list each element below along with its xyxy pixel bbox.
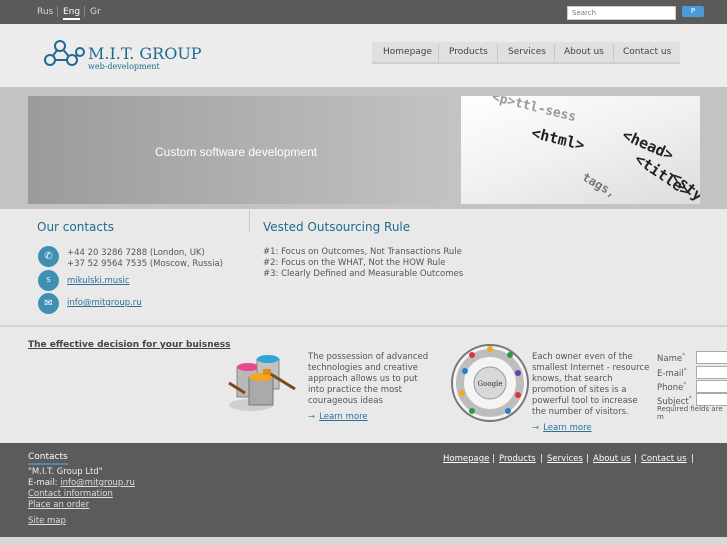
paint-cans-image	[228, 355, 296, 411]
name-field[interactable]	[696, 351, 727, 364]
block2-line: smallest Internet - resource	[532, 363, 650, 373]
footer-email-row: E-mail: info@mitgroup.ru	[28, 478, 135, 488]
contacts-heading: Our contacts	[37, 220, 114, 234]
nav-divider	[497, 44, 498, 62]
nav-products[interactable]: Products	[449, 47, 488, 57]
search-button[interactable]: P	[682, 6, 704, 17]
phone-moscow: +37 52 9564 7535 (Moscow, Russia)	[67, 259, 223, 269]
mail-icon: ✉	[38, 293, 59, 314]
lang-rus[interactable]: Rus	[37, 7, 53, 17]
rule-3: #3: Clearly Defined and Measurable Outco…	[263, 269, 464, 279]
required-note: Required fields are m	[657, 405, 723, 421]
lang-eng[interactable]: Eng	[63, 7, 81, 20]
footer-heading: Contacts	[28, 452, 68, 465]
block2-line: powerful tool to increase	[532, 396, 638, 406]
footer-nav-divider: |	[586, 454, 589, 464]
decision-title[interactable]: The effective decision for your buisness	[28, 340, 230, 350]
email-field[interactable]	[696, 366, 727, 379]
rule-2: #2: Focus on the WHAT, Not the HOW Rule	[263, 258, 446, 268]
search-input[interactable]	[567, 6, 676, 20]
nav-contact[interactable]: Contact us	[623, 47, 671, 57]
decision-block-1: The possession of advanced technologies …	[308, 352, 428, 407]
footer-nav-services[interactable]: Services	[547, 454, 583, 464]
phone-london: +44 20 3286 7288 (London, UK)	[67, 248, 205, 258]
block1-line: technologies and creative	[308, 363, 418, 373]
seo-wheel-image: Google	[451, 344, 529, 422]
block2-line: the number of visitors.	[532, 407, 629, 417]
wheel-center-text: Google	[478, 380, 503, 388]
main-nav: Homepage Products Services About us Cont…	[372, 42, 680, 64]
footer-nav-homepage[interactable]: Homepage	[443, 454, 489, 464]
arrow-icon: →	[308, 412, 316, 422]
block1-line: approach allows us to put	[308, 374, 418, 384]
phone-field[interactable]	[696, 380, 727, 393]
block1-line: The possession of advanced	[308, 352, 429, 362]
block2-line: promotion of sites is a	[532, 385, 627, 395]
footer-site-map[interactable]: Site map	[28, 516, 66, 526]
phone-icon: ✆	[38, 246, 59, 267]
skype-icon: S	[38, 270, 59, 291]
vested-heading: Vested Outsourcing Rule	[263, 220, 411, 234]
nav-services[interactable]: Services	[508, 47, 546, 57]
footer-nav-divider: |	[634, 454, 637, 464]
block2-line: Each owner even of the	[532, 352, 633, 362]
lang-gr[interactable]: Gr	[90, 7, 101, 17]
nav-divider	[554, 44, 555, 62]
form-label-phone: Phone*	[657, 381, 687, 393]
section-separator	[0, 325, 727, 327]
email-link[interactable]: info@mitgroup.ru	[67, 298, 142, 308]
nav-divider	[438, 44, 439, 62]
code-image: <p>ttl-sess <html> <head> <title> <style…	[461, 96, 700, 204]
footer-nav-products[interactable]: Products	[499, 454, 536, 464]
code-line: <p>ttl-sess	[490, 96, 578, 126]
footer-email-link[interactable]: info@mitgroup.ru	[60, 478, 135, 488]
top-bar: Rus Eng Gr P	[0, 0, 727, 24]
nav-homepage[interactable]: Homepage	[383, 47, 432, 57]
footer-contact-info[interactable]: Contact information	[28, 489, 113, 499]
footer-place-order[interactable]: Place an order	[28, 500, 89, 510]
footer-nav-divider: |	[691, 454, 694, 464]
logo-subtitle: web-development	[88, 62, 160, 71]
footer-nav-about[interactable]: About us	[593, 454, 631, 464]
code-line: <html>	[529, 123, 587, 155]
code-line: tags,	[579, 169, 619, 201]
skype-link[interactable]: mikulski.music	[67, 276, 130, 286]
bottom-strip	[0, 537, 727, 545]
lang-divider	[84, 6, 85, 17]
lang-divider	[57, 6, 58, 17]
form-label-name: Name*	[657, 352, 686, 364]
block1-line: courageous ideas	[308, 396, 383, 406]
learn-more-1[interactable]: → Learn more	[308, 412, 368, 422]
banner-text: Custom software development	[155, 145, 318, 159]
search-icon: P	[690, 7, 696, 15]
block1-line: into practice the most	[308, 385, 402, 395]
section-divider	[249, 210, 250, 232]
learn-more-2[interactable]: → Learn more	[532, 423, 592, 433]
rule-1: #1: Focus on Outcomes, Not Transactions …	[263, 247, 462, 257]
nav-divider	[613, 44, 614, 62]
footer-nav-divider: |	[492, 454, 495, 464]
logo-title[interactable]: M.I.T. GROUP	[88, 44, 202, 63]
decision-block-2: Each owner even of the smallest Internet…	[532, 352, 649, 418]
footer-nav-contact[interactable]: Contact us	[641, 454, 687, 464]
arrow-icon: →	[532, 423, 540, 433]
footer-nav-divider: |	[540, 454, 543, 464]
form-label-email: E-mail*	[657, 367, 687, 379]
nav-about[interactable]: About us	[564, 47, 604, 57]
block2-line: knows, that search	[532, 374, 613, 384]
footer-company: "M.I.T. Group Ltd"	[28, 467, 103, 477]
